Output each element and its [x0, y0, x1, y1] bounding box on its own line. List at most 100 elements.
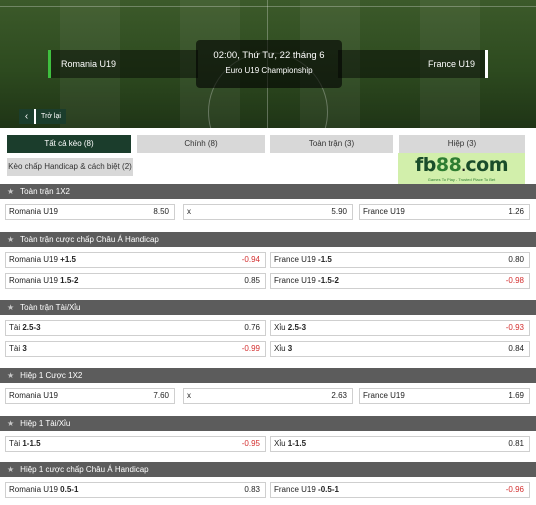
match-datetime: 02:00, Thứ Tư, 22 tháng 6	[213, 50, 325, 61]
section-header-half1-asian-handicap[interactable]: ★ Hiệp 1 cược chấp Châu Á Handicap	[0, 462, 536, 477]
tab-all-bets[interactable]: Tất cả kèo (8)	[7, 135, 131, 153]
logo-text: com	[465, 154, 508, 176]
selection-label: Tài 1-1.5	[9, 437, 41, 451]
selection-name: Xỉu	[274, 344, 286, 353]
selection-name: Tài	[9, 439, 21, 448]
odds-value: 0.84	[508, 344, 524, 353]
handicap-line: 0.5-1	[60, 485, 79, 494]
handicap-line: +1.5	[60, 255, 76, 264]
odds-cell[interactable]: Romania U19 7.60	[5, 388, 175, 404]
back-label: Trở lại	[36, 109, 66, 124]
odds-value: 0.76	[244, 323, 260, 332]
back-button[interactable]: ‹ Trở lại	[19, 109, 66, 124]
handicap-line: -1.5	[318, 255, 332, 264]
tab-full-match[interactable]: Toàn trận (3)	[270, 135, 393, 153]
odds-cell[interactable]: France U19 -0.5-1 -0.96	[270, 482, 530, 498]
odds-cell[interactable]: x 2.63	[183, 388, 353, 404]
odds-value: 8.50	[153, 207, 169, 216]
section-title: Hiệp 1 cược chấp Châu Á Handicap	[20, 465, 149, 474]
odds-cell[interactable]: France U19 -1.5-2 -0.98	[270, 273, 530, 289]
tab-half[interactable]: Hiệp (3)	[399, 135, 525, 153]
selection-label: France U19	[363, 389, 405, 403]
handicap-line: 2.5-3	[287, 323, 307, 332]
odds-value: -0.96	[505, 485, 524, 494]
handicap-line: -1.5-2	[318, 276, 339, 285]
odds-cell[interactable]: Romania U19 8.50	[5, 204, 175, 220]
odds-value: 5.90	[331, 207, 347, 216]
odds-cell[interactable]: Romania U19 1.5-2 0.85	[5, 273, 266, 289]
selection-name: Romania U19	[9, 207, 58, 216]
selection-name: Romania U19	[9, 276, 58, 285]
selection-label: France U19 -0.5-1	[274, 483, 339, 497]
star-icon[interactable]: ★	[7, 187, 14, 196]
match-league: Euro U19 Championship	[225, 66, 313, 75]
tab-handicap[interactable]: Kèo chấp Handicap & cách biệt (2)	[7, 158, 133, 176]
odds-value: -0.93	[505, 323, 524, 332]
handicap-line: 1.5-2	[60, 276, 79, 285]
odds-value: 1.69	[508, 391, 524, 400]
section-header-full-over-under[interactable]: ★ Toàn trận Tài/Xỉu	[0, 300, 536, 315]
section-header-half1-over-under[interactable]: ★ Hiệp 1 Tài/Xỉu	[0, 416, 536, 431]
selection-name: France U19	[274, 276, 316, 285]
odds-cell[interactable]: Tài 1-1.5 -0.95	[5, 436, 266, 452]
section-title: Toàn trận 1X2	[20, 187, 70, 196]
selection-label: Xỉu 1-1.5	[274, 437, 306, 451]
selection-label: France U19 -1.5	[274, 253, 332, 267]
odds-cell[interactable]: France U19 1.26	[359, 204, 530, 220]
selection-name: France U19	[363, 207, 405, 216]
logo-text: 88	[435, 154, 462, 176]
odds-value: 0.81	[508, 439, 524, 448]
section-title: Hiệp 1 Cược 1X2	[20, 371, 83, 380]
odds-value: -0.95	[241, 439, 260, 448]
selection-label: x	[187, 205, 191, 219]
selection-name: Romania U19	[9, 391, 58, 400]
selection-label: Romania U19	[9, 389, 58, 403]
odds-cell[interactable]: Tài 2.5-3 0.76	[5, 320, 266, 336]
selection-label: Romania U19 0.5-1	[9, 483, 78, 497]
odds-cell[interactable]: Romania U19 0.5-1 0.83	[5, 482, 266, 498]
odds-value: 1.26	[508, 207, 524, 216]
odds-value: 0.85	[244, 276, 260, 285]
odds-cell[interactable]: Xỉu 3 0.84	[270, 341, 530, 357]
odds-cell[interactable]: France U19 -1.5 0.80	[270, 252, 530, 268]
odds-cell[interactable]: x 5.90	[183, 204, 353, 220]
handicap-line: 1-1.5	[22, 439, 41, 448]
star-icon[interactable]: ★	[7, 465, 14, 474]
selection-name: France U19	[274, 485, 316, 494]
handicap-line: 3	[287, 344, 293, 353]
handicap-line: 3	[22, 344, 27, 353]
selection-label: France U19 -1.5-2	[274, 274, 339, 288]
selection-label: Tài 2.5-3	[9, 321, 41, 335]
odds-value: -0.99	[241, 344, 260, 353]
section-header-full-1x2[interactable]: ★ Toàn trận 1X2	[0, 184, 536, 199]
star-icon[interactable]: ★	[7, 419, 14, 428]
selection-label: Romania U19	[9, 205, 58, 219]
selection-name: Tài	[9, 323, 21, 332]
odds-cell[interactable]: Xỉu 2.5-3 -0.93	[270, 320, 530, 336]
home-team-name: Romania U19	[48, 50, 198, 78]
selection-label: Xỉu 2.5-3	[274, 321, 306, 335]
selection-name: Romania U19	[9, 255, 58, 264]
odds-cell[interactable]: Xỉu 1-1.5 0.81	[270, 436, 530, 452]
odds-value: 7.60	[153, 391, 169, 400]
section-title: Toàn trận cược chấp Châu Á Handicap	[20, 235, 159, 244]
odds-cell[interactable]: France U19 1.69	[359, 388, 530, 404]
star-icon[interactable]: ★	[7, 303, 14, 312]
match-center-box: 02:00, Thứ Tư, 22 tháng 6 Euro U19 Champ…	[196, 40, 342, 88]
odds-value: 0.80	[508, 255, 524, 264]
match-info-bar: Romania U19 France U19 02:00, Thứ Tư, 22…	[48, 40, 488, 88]
tab-main[interactable]: Chính (8)	[137, 135, 265, 153]
section-title: Toàn trận Tài/Xỉu	[20, 303, 81, 312]
section-header-half1-1x2[interactable]: ★ Hiệp 1 Cược 1X2	[0, 368, 536, 383]
star-icon[interactable]: ★	[7, 235, 14, 244]
selection-label: x	[187, 389, 191, 403]
section-header-full-asian-handicap[interactable]: ★ Toàn trận cược chấp Châu Á Handicap	[0, 232, 536, 247]
handicap-line: -0.5-1	[318, 485, 339, 494]
star-icon[interactable]: ★	[7, 371, 14, 380]
selection-name: Xỉu	[274, 323, 286, 332]
odds-value: -0.98	[505, 276, 524, 285]
away-team-name: France U19	[338, 50, 488, 78]
odds-cell[interactable]: Romania U19 +1.5 -0.94	[5, 252, 266, 268]
match-header-banner: Romania U19 France U19 02:00, Thứ Tư, 22…	[0, 0, 536, 128]
odds-cell[interactable]: Tài 3 -0.99	[5, 341, 266, 357]
